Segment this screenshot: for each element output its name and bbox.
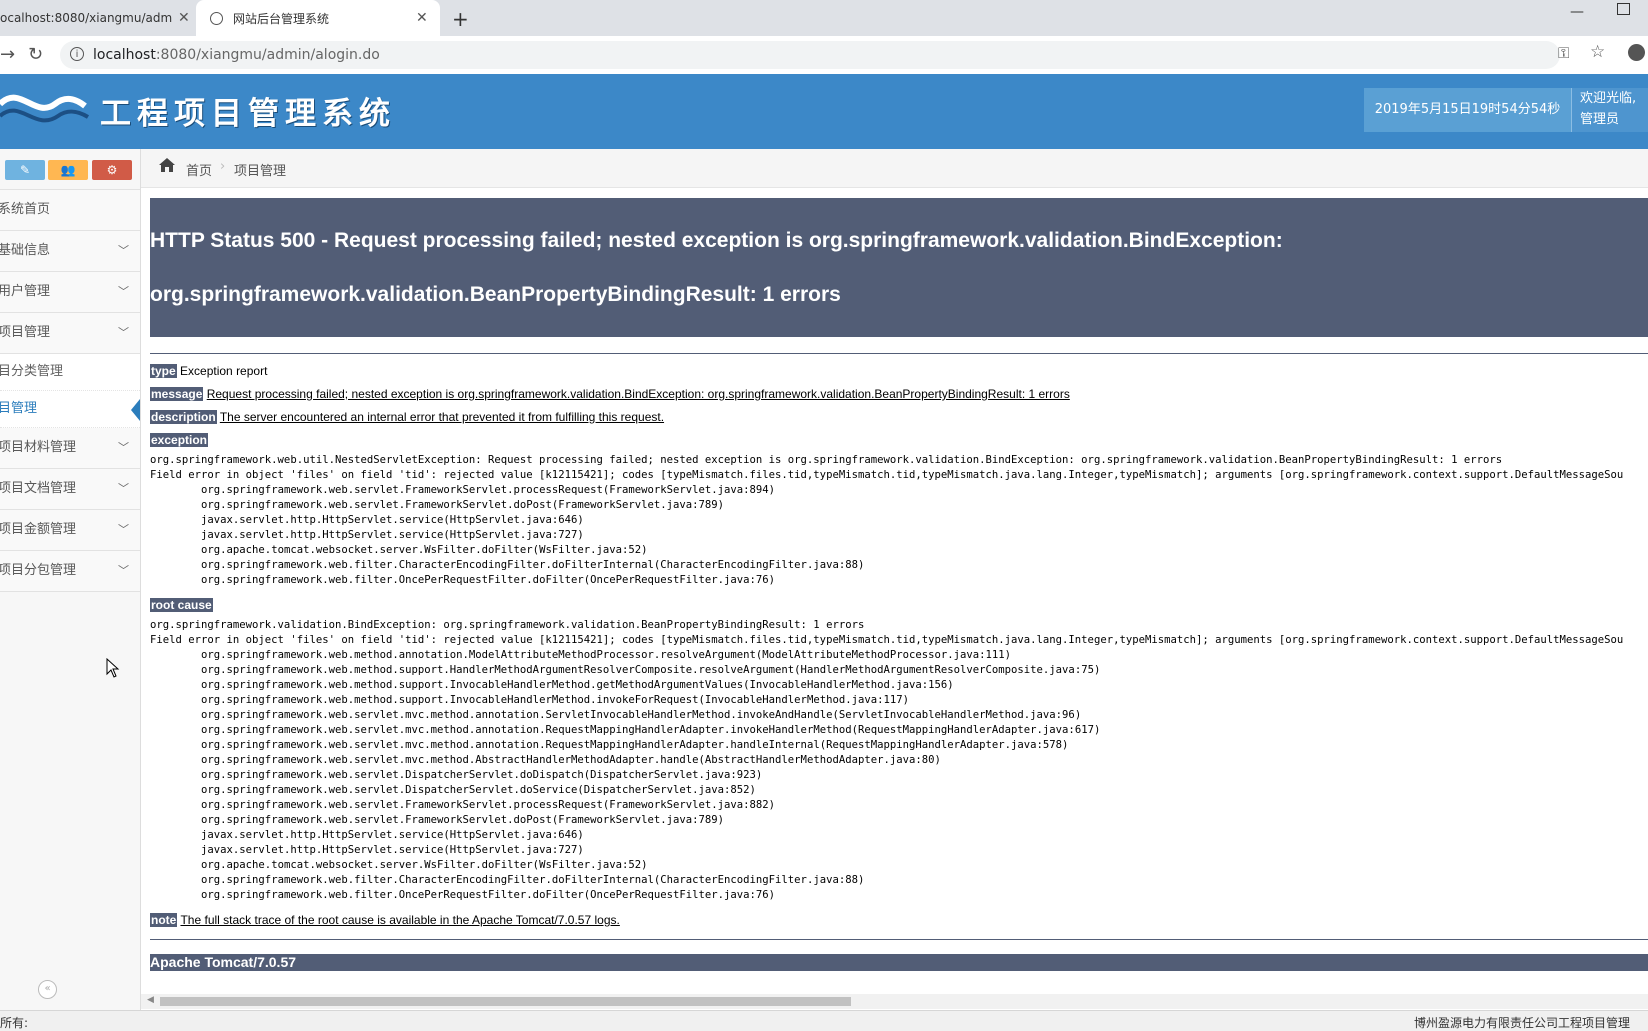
- horizontal-scrollbar[interactable]: ◀: [141, 994, 1648, 1009]
- chevron-down-icon: ﹀: [118, 326, 129, 339]
- error-title: HTTP Status 500 - Request processing fai…: [150, 198, 1648, 337]
- pencil-icon[interactable]: ✎: [5, 160, 45, 180]
- url-text: localhost:8080/xiangmu/admin/alogin.do: [93, 47, 380, 63]
- company-name: 博州盈源电力有限责任公司工程项目管理: [1414, 1016, 1631, 1030]
- collapse-sidebar-icon[interactable]: «: [38, 980, 57, 999]
- maximize-button[interactable]: [1617, 3, 1630, 15]
- group-icon[interactable]: 👥: [48, 160, 88, 180]
- type-value: Exception report: [180, 364, 268, 378]
- chevron-down-icon: ﹀: [118, 441, 129, 454]
- sidebar-item-subcontracts[interactable]: 项目分包管理 ﹀: [0, 551, 140, 592]
- mouse-cursor-icon: [106, 658, 120, 678]
- cogs-icon[interactable]: ⚙: [92, 160, 132, 180]
- type-label: type: [150, 364, 177, 378]
- tab-title: ocalhost:8080/xiangmu/adm: [0, 11, 173, 25]
- copyright-label: 所有:: [0, 1016, 29, 1030]
- home-icon[interactable]: [158, 157, 176, 173]
- note-label: note: [150, 913, 178, 927]
- sidebar-item-home[interactable]: 系统首页: [0, 190, 140, 231]
- back-arrow-icon[interactable]: →: [0, 44, 15, 65]
- sidebar-item-label: 项目金额管理: [0, 522, 77, 537]
- divider: [150, 353, 1648, 354]
- sidebar-item-label: 项目材料管理: [0, 440, 77, 455]
- chevron-down-icon: ﹀: [118, 482, 129, 495]
- note-value: The full stack trace of the root cause i…: [180, 913, 620, 927]
- new-tab-button[interactable]: +: [452, 7, 469, 31]
- sidebar-item-label: 用户管理: [0, 284, 51, 299]
- key-icon[interactable]: ⚿: [1558, 44, 1569, 62]
- tab-title: 网站后台管理系统: [233, 11, 330, 26]
- account-icon[interactable]: [1628, 44, 1645, 61]
- chevron-down-icon: ﹀: [118, 564, 129, 577]
- message-value: Request processing failed; nested except…: [206, 387, 1070, 401]
- root-cause-label: root cause: [150, 598, 213, 612]
- sidebar-item-label: 项目文档管理: [0, 481, 77, 496]
- scrollbar-thumb[interactable]: [160, 997, 851, 1006]
- app-title: 工程项目管理系统: [100, 96, 396, 132]
- user-name: 管理员: [1580, 112, 1620, 127]
- sidebar-shortcuts: ✎ 👥 ⚙: [0, 149, 140, 190]
- browser-tab-bar: ocalhost:8080/xiangmu/adm ✕ 网站后台管理系统 ✕ +…: [0, 0, 1648, 36]
- welcome-user[interactable]: 欢迎光临, 管理员: [1571, 88, 1648, 132]
- sidebar-item-documents[interactable]: 项目文档管理 ﹀: [0, 469, 140, 510]
- close-icon[interactable]: ✕: [178, 10, 190, 26]
- breadcrumb-home-link[interactable]: 首页: [186, 160, 212, 179]
- exception-label: exception: [150, 433, 209, 447]
- sidebar-item-users[interactable]: 用户管理 ﹀: [0, 272, 140, 313]
- sidebar-item-label: 系统首页: [0, 202, 51, 217]
- breadcrumb: 首页 › 项目管理: [141, 149, 1648, 188]
- breadcrumb-separator: ›: [220, 159, 226, 174]
- active-marker-icon: [131, 399, 140, 421]
- sidebar-item-materials[interactable]: 项目材料管理 ﹀: [0, 428, 140, 469]
- note-row: note The full stack trace of the root ca…: [150, 913, 1648, 927]
- sidebar-subitem-label: 目管理: [0, 401, 38, 416]
- sidebar-item-basic-info[interactable]: 基础信息 ﹀: [0, 231, 140, 272]
- sidebar-item-label: 项目分包管理: [0, 563, 77, 578]
- sidebar-item-projects[interactable]: 项目管理 ﹀: [0, 313, 140, 354]
- close-icon[interactable]: ✕: [416, 10, 428, 26]
- sidebar-item-label: 项目管理: [0, 325, 51, 340]
- breadcrumb-current: 项目管理: [234, 164, 287, 179]
- datetime-display: 2019年5月15日19时54分54秒: [1364, 88, 1571, 132]
- info-icon[interactable]: i: [70, 47, 84, 61]
- browser-tab-1[interactable]: ocalhost:8080/xiangmu/adm ✕: [0, 0, 196, 36]
- status-bar: 所有: 博州盈源电力有限责任公司工程项目管理: [0, 1010, 1648, 1031]
- address-bar-row: → ↻ i localhost:8080/xiangmu/admin/alogi…: [0, 36, 1648, 75]
- error-page: HTTP Status 500 - Request processing fai…: [150, 194, 1648, 994]
- description-value: The server encountered an internal error…: [219, 410, 665, 424]
- sidebar-item-label: 基础信息: [0, 243, 51, 258]
- browser-tab-2-active[interactable]: 网站后台管理系统 ✕: [196, 0, 440, 36]
- exception-stack-trace: org.springframework.web.util.NestedServl…: [150, 454, 1624, 586]
- sidebar-subitem-project-management[interactable]: 目管理: [0, 391, 140, 428]
- sidebar-subitem-project-categories[interactable]: 目分类管理: [0, 354, 140, 391]
- root-cause-row: root cause: [150, 598, 1648, 612]
- chevron-down-icon: ﹀: [118, 244, 129, 257]
- reload-icon[interactable]: ↻: [28, 44, 43, 65]
- chevron-down-icon: ﹀: [118, 523, 129, 536]
- welcome-text: 欢迎光临,: [1580, 91, 1637, 106]
- chevron-down-icon: ﹀: [118, 285, 129, 298]
- error-type-row: type Exception report: [150, 364, 1648, 378]
- error-description-row: description The server encountered an in…: [150, 410, 1648, 424]
- divider: [150, 939, 1648, 940]
- scroll-left-icon[interactable]: ◀: [147, 995, 154, 1005]
- sidebar: ✎ 👥 ⚙ 系统首页 基础信息 ﹀ 用户管理 ﹀ 项目管理 ﹀ 目分类管理 目管…: [0, 149, 141, 1010]
- sidebar-item-amounts[interactable]: 项目金额管理 ﹀: [0, 510, 140, 551]
- description-label: description: [150, 410, 217, 424]
- minimize-button[interactable]: —: [1570, 4, 1584, 20]
- root-cause-stack-trace: org.springframework.validation.BindExcep…: [150, 619, 1624, 901]
- logo-swoosh-icon: [0, 94, 90, 123]
- error-exception-row: exception: [150, 433, 1648, 447]
- globe-icon: [210, 11, 223, 25]
- url-input[interactable]: i localhost:8080/xiangmu/admin/alogin.do: [60, 41, 1560, 69]
- star-icon[interactable]: ☆: [1590, 42, 1605, 62]
- error-message-row: message Request processing failed; neste…: [150, 387, 1648, 401]
- sidebar-subitem-label: 目分类管理: [0, 364, 64, 379]
- message-label: message: [150, 387, 204, 401]
- server-info: Apache Tomcat/7.0.57: [150, 954, 1648, 971]
- app-header: 工程项目管理系统 2019年5月15日19时54分54秒 欢迎光临, 管理员: [0, 74, 1648, 149]
